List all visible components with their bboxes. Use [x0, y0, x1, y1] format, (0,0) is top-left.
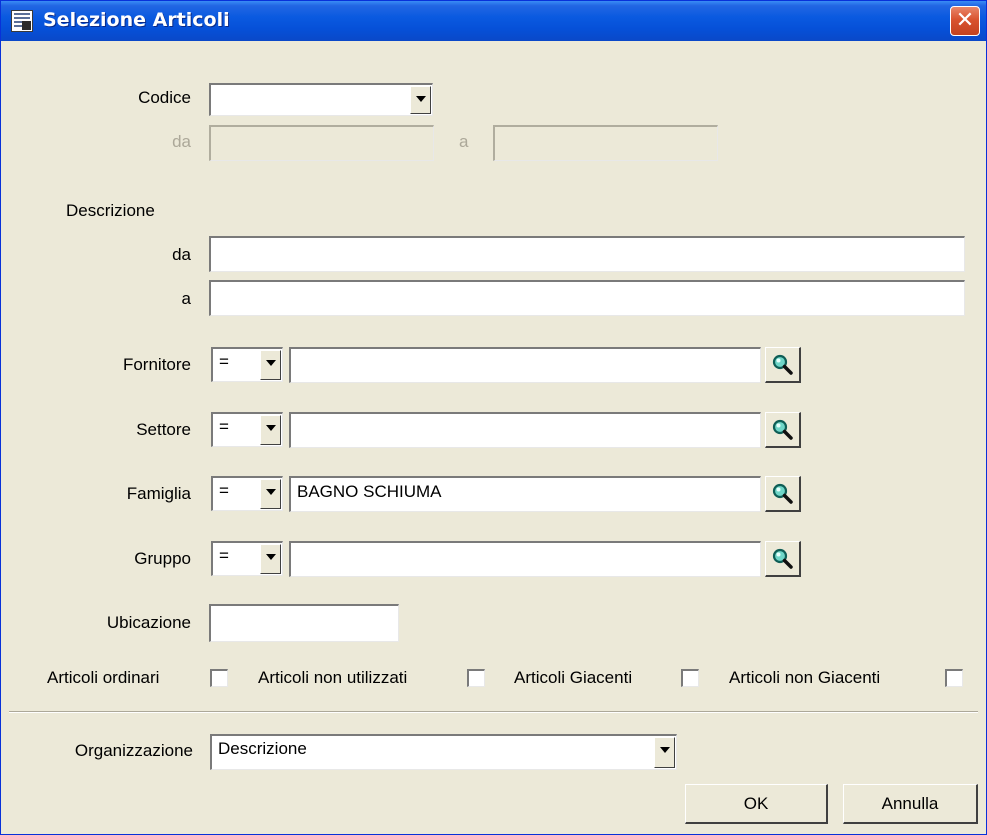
search-button-famiglia[interactable]	[765, 476, 801, 512]
organizzazione-value: Descrizione	[218, 739, 307, 758]
filter-operator-value: =	[219, 352, 229, 371]
cancel-button[interactable]: Annulla	[843, 784, 978, 824]
descrizione-da-label: da	[172, 245, 191, 264]
close-button[interactable]: ✕	[950, 6, 980, 36]
search-button-fornitore[interactable]	[765, 347, 801, 383]
ubicazione-label: Ubicazione	[106, 613, 191, 632]
chevron-down-icon[interactable]	[260, 415, 281, 445]
descrizione-label: Descrizione	[66, 201, 155, 220]
dialog-window: Selezione Articoli ✕ Codice da a Descriz…	[0, 0, 987, 835]
codice-combo[interactable]	[209, 83, 433, 116]
ubicazione-field[interactable]	[209, 604, 399, 642]
magnifier-icon	[772, 548, 793, 569]
filter-operator-value: =	[219, 481, 229, 500]
checkbox-label-articoli-non-giacenti: Articoli non Giacenti	[729, 668, 881, 687]
checkbox-label-articoli-giacenti: Articoli Giacenti	[514, 668, 633, 687]
filter-label-famiglia: Famiglia	[126, 484, 191, 503]
codice-a-label: a	[459, 132, 469, 151]
checkbox-articoli-ordinari[interactable]	[210, 669, 228, 687]
organizzazione-label: Organizzazione	[74, 741, 193, 760]
chevron-down-icon[interactable]	[260, 350, 281, 380]
magnifier-icon	[772, 354, 793, 375]
descrizione-da-field[interactable]	[209, 236, 965, 272]
search-button-settore[interactable]	[765, 412, 801, 448]
chevron-down-icon[interactable]	[410, 86, 431, 114]
checkbox-articoli-giacenti[interactable]	[681, 669, 699, 687]
ok-button[interactable]: OK	[685, 784, 828, 824]
filter-field-famiglia[interactable]: BAGNO SCHIUMA	[289, 476, 761, 512]
filter-field-gruppo[interactable]	[289, 541, 761, 577]
filter-field-settore[interactable]	[289, 412, 761, 448]
codice-label: Codice	[138, 88, 191, 107]
window-app-icon	[11, 10, 33, 32]
separator	[9, 711, 978, 713]
window-title: Selezione Articoli	[43, 9, 230, 31]
filter-label-gruppo: Gruppo	[134, 549, 191, 568]
filter-operator-value: =	[219, 417, 229, 436]
title-bar[interactable]: Selezione Articoli ✕	[1, 1, 986, 41]
filter-operator-famiglia[interactable]: =	[211, 476, 283, 511]
checkbox-articoli-non-utilizzati[interactable]	[467, 669, 485, 687]
filter-operator-gruppo[interactable]: =	[211, 541, 283, 576]
organizzazione-combo[interactable]: Descrizione	[210, 734, 677, 770]
codice-a-field[interactable]	[493, 125, 718, 161]
descrizione-a-field[interactable]	[209, 280, 965, 316]
filter-operator-value: =	[219, 546, 229, 565]
checkbox-articoli-non-giacenti[interactable]	[945, 669, 963, 687]
filter-operator-settore[interactable]: =	[211, 412, 283, 447]
codice-da-field[interactable]	[209, 125, 434, 161]
search-button-gruppo[interactable]	[765, 541, 801, 577]
magnifier-icon	[772, 419, 793, 440]
filter-label-settore: Settore	[136, 420, 191, 439]
chevron-down-icon[interactable]	[654, 737, 675, 768]
filter-label-fornitore: Fornitore	[122, 355, 191, 374]
magnifier-icon	[772, 483, 793, 504]
filter-field-fornitore[interactable]	[289, 347, 761, 383]
codice-da-label: da	[172, 132, 191, 151]
descrizione-a-label: a	[181, 289, 191, 308]
filter-operator-fornitore[interactable]: =	[211, 347, 283, 382]
checkbox-label-articoli-non-utilizzati: Articoli non utilizzati	[258, 668, 408, 687]
chevron-down-icon[interactable]	[260, 479, 281, 509]
chevron-down-icon[interactable]	[260, 544, 281, 574]
checkbox-label-articoli-ordinari: Articoli ordinari	[47, 668, 160, 687]
